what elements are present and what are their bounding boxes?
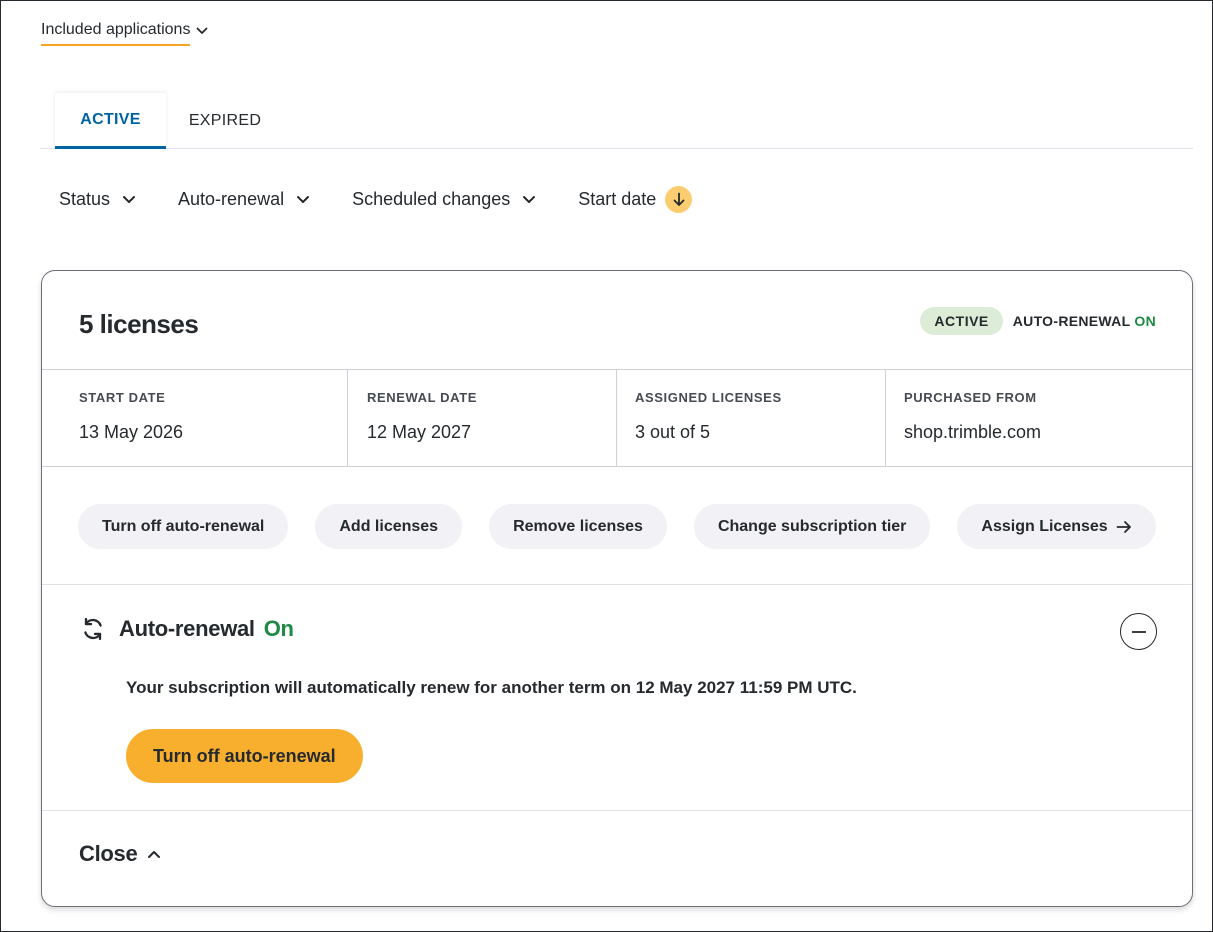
info-value: 12 May 2027 <box>367 422 472 442</box>
info-assigned-licenses: ASSIGNED LICENSES 3 out of 5 <box>617 370 886 466</box>
auto-renewal-heading-label: Auto-renewal <box>119 616 255 641</box>
included-applications-dropdown[interactable]: Included applications <box>41 21 208 46</box>
assign-licenses-label: Assign Licenses <box>981 517 1108 535</box>
auto-renewal-status-value: ON <box>1134 313 1156 329</box>
filter-status[interactable]: Status <box>59 189 136 210</box>
collapse-button[interactable] <box>1120 613 1157 650</box>
auto-renewal-heading-state: On <box>263 616 294 641</box>
filter-bar: Status Auto-renewal Scheduled changes St… <box>59 186 734 213</box>
turn-off-auto-renewal-button[interactable]: Turn off auto-renewal <box>78 504 289 549</box>
info-label: START DATE <box>79 390 166 405</box>
filter-start-date-label: Start date <box>578 189 657 209</box>
arrow-right-icon <box>1116 520 1131 533</box>
auto-renewal-status: AUTO-RENEWAL ON <box>1013 313 1156 329</box>
filter-scheduled-changes-label: Scheduled changes <box>352 189 511 209</box>
subscription-title: 5 licenses <box>79 309 199 339</box>
subscription-info-grid: START DATE 13 May 2026 RENEWAL DATE 12 M… <box>42 369 1192 467</box>
auto-renewal-status-label: AUTO-RENEWAL <box>1012 313 1131 329</box>
subscription-actions: Turn off auto-renewal Add licenses Remov… <box>78 504 1156 549</box>
close-label: Close <box>79 841 138 866</box>
add-licenses-button[interactable]: Add licenses <box>315 504 463 549</box>
change-subscription-tier-button[interactable]: Change subscription tier <box>693 504 931 549</box>
chevron-up-icon <box>148 850 161 858</box>
filter-auto-renewal-label: Auto-renewal <box>178 189 285 209</box>
info-label: PURCHASED FROM <box>904 390 1037 405</box>
auto-renewal-heading: Auto-renewal On <box>79 615 294 643</box>
turn-off-auto-renewal-primary-button[interactable]: Turn off auto-renewal <box>126 729 363 783</box>
subscription-tabs: ACTIVE EXPIRED <box>40 93 1193 149</box>
chevron-down-icon <box>197 27 208 34</box>
divider <box>42 584 1192 585</box>
tab-expired[interactable]: EXPIRED <box>180 93 270 149</box>
chevron-down-icon <box>523 196 536 203</box>
minus-icon <box>1131 630 1146 633</box>
refresh-icon <box>84 617 102 641</box>
assign-licenses-button[interactable]: Assign Licenses <box>957 504 1156 549</box>
status-badges: ACTIVE AUTO-RENEWAL ON <box>920 307 1156 335</box>
filter-scheduled-changes[interactable]: Scheduled changes <box>352 189 536 210</box>
info-start-date: START DATE 13 May 2026 <box>42 370 348 466</box>
status-badge: ACTIVE <box>920 307 1003 335</box>
info-renewal-date: RENEWAL DATE 12 May 2027 <box>348 370 617 466</box>
info-value: 3 out of 5 <box>635 422 711 442</box>
close-button[interactable]: Close <box>79 841 161 867</box>
info-label: RENEWAL DATE <box>367 390 478 405</box>
info-label: ASSIGNED LICENSES <box>635 390 782 405</box>
tab-active[interactable]: ACTIVE <box>55 93 166 149</box>
chevron-down-icon <box>123 196 136 203</box>
info-purchased-from: PURCHASED FROM shop.trimble.com <box>886 370 1192 466</box>
filter-status-label: Status <box>59 189 111 209</box>
filter-start-date[interactable]: Start date <box>578 186 693 213</box>
chevron-down-icon <box>297 196 310 203</box>
sort-descending-icon[interactable] <box>665 186 693 213</box>
filter-auto-renewal[interactable]: Auto-renewal <box>178 189 310 210</box>
included-applications-label: Included applications <box>41 21 191 46</box>
subscription-card: 5 licenses ACTIVE AUTO-RENEWAL ON START … <box>41 270 1193 907</box>
info-value: shop.trimble.com <box>904 422 1042 442</box>
remove-licenses-button[interactable]: Remove licenses <box>489 504 667 549</box>
auto-renewal-message: Your subscription will automatically ren… <box>126 678 857 697</box>
divider <box>42 810 1192 811</box>
info-value: 13 May 2026 <box>79 422 184 442</box>
